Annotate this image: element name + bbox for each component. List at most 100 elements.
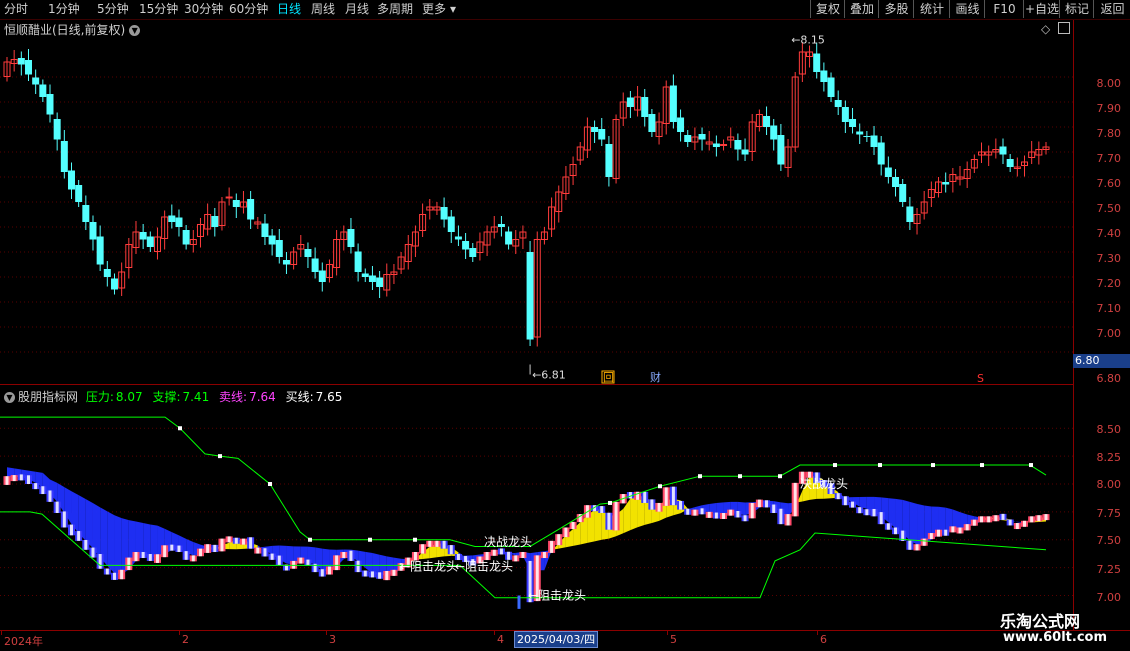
- indicator-band: [630, 495, 638, 531]
- pressure-node: [218, 454, 222, 459]
- indicator-candle-highlight: [980, 516, 984, 523]
- date-tick-mark: [494, 631, 495, 635]
- candle-body: [53, 119, 61, 140]
- price-tick: 7.70: [1096, 152, 1122, 165]
- candle-body: [247, 199, 255, 220]
- candle-body: [354, 251, 362, 272]
- indicator-candle-highlight: [191, 555, 195, 562]
- chart-canvas[interactable]: ←6.81←8.15回财 S←阻击龙头←阻击龙头←阻击龙头决战龙头决战龙头: [0, 20, 1073, 630]
- period-tab-7[interactable]: 周线: [311, 1, 335, 18]
- date-tick: 4: [497, 633, 504, 646]
- candle-body: [376, 277, 384, 287]
- price-tick: 7.50: [1096, 202, 1122, 215]
- indicator-candle-highlight: [327, 566, 331, 575]
- indicator-candle-highlight: [48, 490, 52, 502]
- date-tick-mark: [667, 631, 668, 635]
- tool-button-2[interactable]: 多股: [878, 0, 914, 18]
- candle-body: [605, 144, 613, 177]
- indicator-candle-highlight: [994, 515, 998, 522]
- watermark-title: 乐淘公式网: [1000, 612, 1081, 631]
- tool-button-6[interactable]: +自选: [1023, 0, 1060, 18]
- period-tab-2[interactable]: 5分钟: [97, 1, 129, 18]
- pressure-node: [413, 537, 417, 542]
- period-tab-9[interactable]: 多周期: [377, 1, 413, 18]
- indicator-candle-highlight: [786, 514, 790, 526]
- candle-body: [440, 207, 448, 220]
- pressure-node: [308, 537, 312, 542]
- indicator-candle-highlight: [177, 545, 181, 553]
- tool-button-0[interactable]: 复权: [810, 0, 845, 18]
- date-tick-mark: [326, 631, 327, 635]
- chevron-down-icon[interactable]: ▼: [4, 392, 15, 403]
- tool-button-1[interactable]: 叠加: [844, 0, 879, 18]
- indicator-candle-highlight: [428, 540, 432, 547]
- indicator-band: [709, 503, 717, 514]
- indicator-candle-highlight: [1030, 516, 1034, 523]
- candle-body: [311, 258, 319, 272]
- indicator-candle-highlight: [743, 515, 747, 522]
- indicator-candle-highlight: [19, 474, 23, 481]
- indicator-candle-highlight: [227, 536, 231, 543]
- candle-body: [1006, 159, 1014, 167]
- more-dropdown-icon[interactable]: ▾: [450, 1, 456, 18]
- indicator-candle-highlight: [879, 512, 883, 525]
- candle-body: [906, 206, 914, 222]
- period-tab-10[interactable]: 更多: [422, 1, 446, 18]
- period-tab-3[interactable]: 15分钟: [139, 1, 178, 18]
- indicator-candle-highlight: [163, 545, 167, 558]
- indicator-candle-highlight: [5, 476, 9, 485]
- indicator-candle-highlight: [614, 501, 618, 531]
- indicator-candle-highlight: [1037, 515, 1041, 522]
- indicator-candle-highlight: [1044, 514, 1048, 521]
- indicator-candle-highlight: [134, 552, 138, 562]
- indicator-candle-highlight: [62, 511, 66, 528]
- candle-body: [225, 196, 233, 199]
- indicator-candle-highlight: [1023, 520, 1027, 527]
- period-tab-0[interactable]: 分时: [4, 1, 28, 18]
- candle-body: [884, 167, 892, 177]
- indicator-tick: 7.75: [1096, 507, 1122, 520]
- candle-body: [598, 129, 606, 140]
- indicator-candle-highlight: [944, 529, 948, 536]
- price-tick: 8.00: [1096, 77, 1122, 90]
- pressure-value: 8.07: [115, 390, 143, 404]
- tool-button-8[interactable]: 返回: [1093, 0, 1130, 18]
- period-tab-5[interactable]: 60分钟: [229, 1, 268, 18]
- date-tick-mark: [1, 631, 2, 635]
- panel-divider: [0, 384, 1073, 385]
- tool-button-5[interactable]: F10: [984, 0, 1024, 18]
- indicator-candle-highlight: [514, 555, 518, 562]
- period-tab-6[interactable]: 日线: [277, 1, 301, 18]
- indicator-name: 股朋指标网: [18, 390, 79, 404]
- indicator-candle-highlight: [155, 554, 159, 563]
- indicator-candle-highlight: [449, 545, 453, 555]
- pressure-node: [1029, 463, 1033, 468]
- indicator-candle-highlight: [55, 501, 59, 513]
- indicator-band: [623, 498, 631, 534]
- pressure-label: 压力:: [85, 390, 114, 404]
- pressure-node: [778, 474, 782, 479]
- period-tab-8[interactable]: 月线: [345, 1, 369, 18]
- period-toolbar: 分时 1分钟 5分钟 15分钟 30分钟 60分钟 日线 周线 月线 多周期 更多 ▾ 复权 叠加 多股 统计…: [0, 0, 1130, 20]
- indicator-candle-highlight: [435, 540, 439, 547]
- support-value: 7.41: [182, 390, 210, 404]
- candle-body: [820, 70, 828, 82]
- indicator-candle-highlight: [765, 500, 769, 508]
- tool-button-7[interactable]: 标记: [1059, 0, 1094, 18]
- candle-body: [870, 135, 878, 147]
- indicator-candle-highlight: [951, 526, 955, 533]
- indicator-candle-highlight: [213, 544, 217, 553]
- candle-body: [110, 278, 118, 290]
- period-tab-4[interactable]: 30分钟: [184, 1, 223, 18]
- period-tab-1[interactable]: 1分钟: [48, 1, 80, 18]
- tool-button-4[interactable]: 画线: [949, 0, 985, 18]
- candle-body: [232, 200, 240, 207]
- indicator-candle-highlight: [772, 504, 776, 513]
- indicator-candle-highlight: [571, 521, 575, 530]
- candle-body: [734, 140, 742, 150]
- candle-body: [720, 144, 728, 146]
- tool-button-3[interactable]: 统计: [913, 0, 950, 18]
- dragon-annotation: ←阻击龙头: [400, 560, 458, 574]
- indicator-candle-highlight: [972, 519, 976, 526]
- indicator-candle-highlight: [700, 508, 704, 515]
